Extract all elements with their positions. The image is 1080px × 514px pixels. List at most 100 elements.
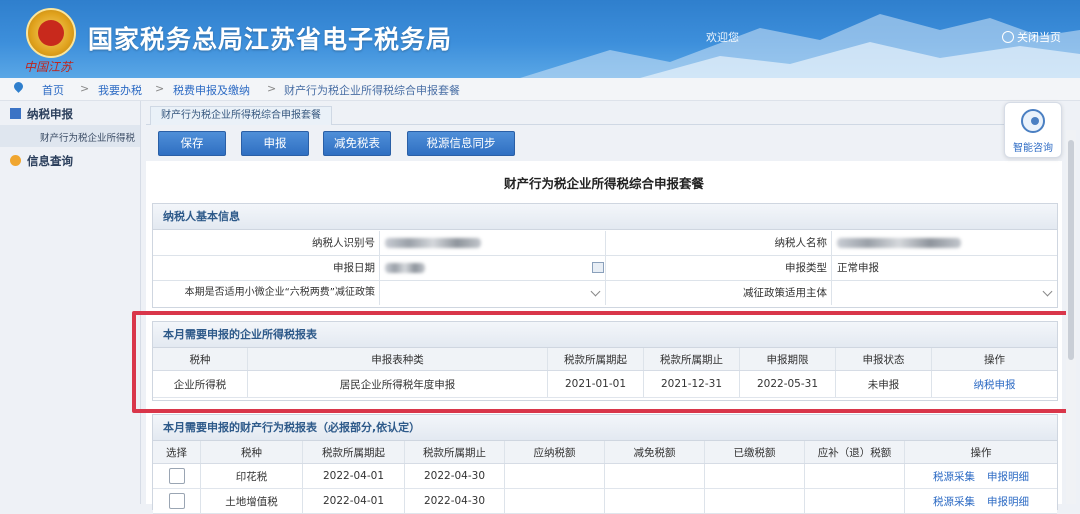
- taxpayer-name-label: 纳税人名称: [605, 231, 831, 255]
- period-end-cell: 2022-04-30: [405, 464, 505, 488]
- column-header: 税款所属期止: [405, 441, 505, 463]
- redacted-value: [385, 238, 481, 248]
- refund-cell: [805, 464, 905, 488]
- period-start-cell: 2022-04-01: [303, 464, 405, 488]
- tax-type-cell: 企业所得税: [153, 371, 248, 397]
- small-policy-select[interactable]: [379, 281, 605, 305]
- declare-detail-link[interactable]: 申报明细: [987, 494, 1029, 509]
- column-header: 应纳税额: [505, 441, 605, 463]
- smart-consult-button[interactable]: 智能咨询: [1004, 102, 1062, 158]
- column-header: 税种: [201, 441, 303, 463]
- tax-source-collect-link[interactable]: 税源采集: [933, 469, 975, 484]
- period-end-cell: 2021-12-31: [644, 371, 740, 397]
- signature-text: 中国江苏: [24, 60, 73, 74]
- column-header: 申报状态: [836, 348, 932, 370]
- column-header: 操作: [970, 446, 992, 459]
- paid-cell: [705, 489, 805, 513]
- welcome-text: 欢迎您: [706, 31, 739, 44]
- breadcrumb-declare[interactable]: 税费申报及缴纳: [173, 82, 250, 98]
- declare-button[interactable]: 申报: [241, 131, 309, 156]
- column-header: 应补（退）税额: [805, 441, 905, 463]
- tab-combined-declaration[interactable]: 财产行为税企业所得税综合申报套餐: [150, 106, 332, 125]
- sidebar-subitem-property-income[interactable]: 财产行为税企业所得税: [0, 125, 140, 147]
- period-start-cell: 2021-01-01: [548, 371, 644, 397]
- paid-cell: [705, 464, 805, 488]
- declaration-page: 财产行为税企业所得税综合申报套餐 纳税人基本信息 纳税人识别号 纳税人名称 申报…: [146, 161, 1062, 514]
- period-end-cell: 2022-04-30: [405, 489, 505, 513]
- section-heading: 本月需要申报的财产行为税报表（必报部分,依认定）: [153, 415, 1057, 441]
- breadcrumb-do-tax[interactable]: 我要办税: [98, 82, 142, 98]
- sidebar-item-info-query[interactable]: 信息查询: [10, 153, 73, 171]
- sidebar: 纳税申报 财产行为税企业所得税 信息查询: [0, 101, 141, 504]
- small-policy-label: 本期是否适用小微企业“六税两费”减征政策: [153, 281, 379, 305]
- table-row: 企业所得税 居民企业所得税年度申报 2021-01-01 2021-12-31 …: [153, 371, 1057, 398]
- reduction-subject-select[interactable]: [831, 281, 1057, 305]
- payable-cell: [505, 489, 605, 513]
- reduction-cell: [605, 464, 705, 488]
- column-header: 操作: [984, 353, 1005, 366]
- power-icon: [1002, 31, 1014, 43]
- action-cell: 税源采集 申报明细: [905, 464, 1057, 488]
- breadcrumb-current: 财产行为税企业所得税综合申报套餐: [284, 84, 460, 97]
- column-header: 减免税额: [605, 441, 705, 463]
- chat-bubble-icon: [10, 155, 21, 166]
- mountain-decoration: [520, 14, 1080, 78]
- declare-date-field[interactable]: [379, 256, 605, 280]
- row-checkbox[interactable]: [168, 468, 185, 484]
- tax-source-collect-link[interactable]: 税源采集: [933, 494, 975, 509]
- taxpayer-basic-info: 纳税人基本信息 纳税人识别号 纳税人名称 申报日期 申报类型 正常申报 本期是否…: [152, 203, 1058, 308]
- table-header: 税种 申报表种类 税款所属期起 税款所属期止 申报期限 申报状态 操作: [153, 348, 1057, 371]
- action-cell: 税源采集 申报明细: [905, 489, 1057, 513]
- income-tax-section: 本月需要申报的企业所得税报表 税种 申报表种类 税款所属期起 税款所属期止 申报…: [152, 321, 1058, 401]
- column-header: 税款所属期起: [548, 348, 644, 370]
- table-header: 选择 税种 税款所属期起 税款所属期止 应纳税额 减免税额 已缴税额 应补（退）…: [153, 441, 1057, 464]
- calendar-icon[interactable]: [592, 262, 604, 273]
- column-header: 选择: [153, 441, 201, 463]
- save-button[interactable]: 保存: [158, 131, 226, 156]
- site-header: 中国江苏 国家税务总局江苏省电子税务局 欢迎您 关闭当页: [0, 0, 1080, 78]
- taxpayer-id-label: 纳税人识别号: [153, 231, 379, 255]
- period-start-cell: 2022-04-01: [303, 489, 405, 513]
- location-pin-icon: [12, 80, 25, 93]
- declare-detail-link[interactable]: 申报明细: [987, 469, 1029, 484]
- customer-service-icon: [1021, 109, 1045, 133]
- redacted-value: [385, 263, 425, 273]
- select-cell: [153, 464, 201, 488]
- breadcrumb: 首页 > 我要办税 > 税费申报及缴纳 > 财产行为税企业所得税综合申报套餐: [0, 78, 1080, 101]
- scrollbar-thumb[interactable]: [1068, 140, 1074, 360]
- reduction-form-button[interactable]: 减免税表: [323, 131, 391, 156]
- close-page-button[interactable]: 关闭当页: [1002, 29, 1061, 45]
- column-header: 税款所属期起: [303, 441, 405, 463]
- breadcrumb-separator: >: [155, 82, 165, 95]
- payable-cell: [505, 464, 605, 488]
- redacted-value: [837, 238, 961, 248]
- table-row: 土地增值税 2022-04-01 2022-04-30 税源采集 申报明细: [153, 489, 1057, 514]
- scrollbar[interactable]: [1066, 130, 1076, 504]
- tax-declare-link[interactable]: 纳税申报: [932, 371, 1057, 397]
- form-row: 申报日期 申报类型 正常申报: [153, 256, 1057, 281]
- breadcrumb-home[interactable]: 首页: [42, 82, 64, 98]
- form-type-cell: 居民企业所得税年度申报: [248, 371, 548, 397]
- form-icon: [10, 108, 21, 119]
- column-header: 税种: [153, 348, 248, 370]
- sync-tax-source-button[interactable]: 税源信息同步: [407, 131, 515, 156]
- declare-type-value: 正常申报: [831, 256, 1057, 280]
- section-heading: 本月需要申报的企业所得税报表: [153, 322, 1057, 348]
- table-row: 印花税 2022-04-01 2022-04-30 税源采集 申报明细: [153, 464, 1057, 489]
- column-header: 申报表种类: [248, 348, 548, 370]
- main-content: 财产行为税企业所得税综合申报套餐 保存 申报 减免税表 税源信息同步 财产行为税…: [146, 101, 1062, 514]
- tax-type-cell: 土地增值税: [201, 489, 303, 513]
- sidebar-item-tax-declare[interactable]: 纳税申报: [10, 106, 73, 124]
- taxpayer-id-value: [379, 231, 605, 255]
- page-title: 财产行为税企业所得税综合申报套餐: [503, 176, 704, 191]
- breadcrumb-separator: >: [80, 82, 90, 95]
- column-header: 申报期限: [740, 348, 836, 370]
- status-cell: 未申报: [836, 371, 932, 397]
- reduction-subject-label: 减征政策适用主体: [605, 281, 831, 305]
- row-checkbox[interactable]: [168, 493, 185, 509]
- site-title: 国家税务总局江苏省电子税务局: [88, 25, 453, 54]
- property-tax-section: 本月需要申报的财产行为税报表（必报部分,依认定） 选择 税种 税款所属期起 税款…: [152, 414, 1058, 514]
- refund-cell: [805, 489, 905, 513]
- column-header: 税款所属期止: [644, 348, 740, 370]
- select-cell: [153, 489, 201, 513]
